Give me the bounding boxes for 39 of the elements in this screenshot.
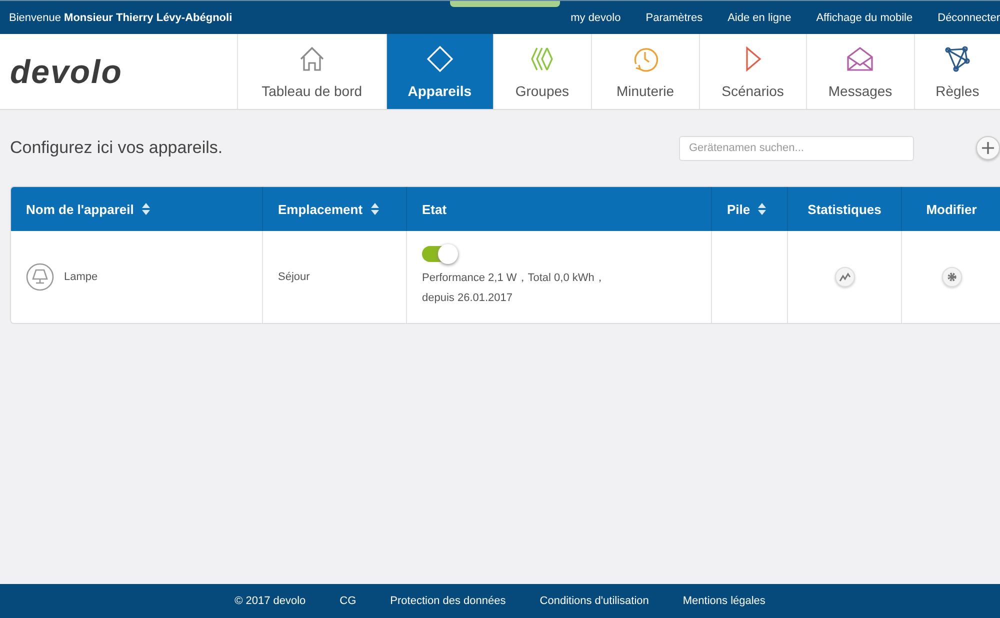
footer-link[interactable]: Conditions d'utilisation [540, 595, 649, 607]
device-name: Lampe [64, 270, 98, 285]
sort-icon[interactable] [758, 203, 766, 215]
sort-icon[interactable] [370, 203, 379, 215]
statistics-button[interactable] [834, 267, 854, 287]
column-label: Pile [727, 202, 750, 216]
logo: devolo [9, 52, 124, 92]
top-link[interactable]: Paramètres [646, 12, 703, 24]
page-heading: Configurez ici vos appareils. [10, 138, 224, 158]
column-label: Etat [422, 202, 447, 216]
add-button[interactable] [976, 136, 1000, 160]
column-header[interactable]: Nom de l'appareil [11, 187, 262, 231]
welcome-text: Bienvenue Monsieur Thierry Lévy-Abégnoli [9, 12, 234, 24]
footer-link[interactable]: CG [340, 595, 356, 607]
plus-icon [982, 142, 994, 154]
footer-link[interactable]: © 2017 devolo [234, 595, 306, 607]
top-link[interactable]: Affichage du mobile [816, 12, 913, 24]
search-field[interactable]: Gerätenamen suchen... [679, 136, 914, 160]
footer-link[interactable]: Mentions légales [682, 595, 766, 607]
column-label: Statistiques [808, 202, 882, 216]
chart-icon [838, 272, 850, 282]
settings-button[interactable] [942, 267, 962, 287]
settings-icon [946, 271, 958, 283]
column-label: Emplacement [278, 202, 363, 216]
footer-link[interactable]: Protection des données [390, 595, 506, 607]
column-header[interactable]: Pile [711, 187, 787, 231]
column-header[interactable]: Emplacement [262, 187, 406, 231]
top-link[interactable]: Déconnecter [938, 12, 1000, 24]
device-location: Séjour [278, 270, 310, 285]
column-label: Modifier [926, 202, 977, 216]
column-label: Nom de l'appareil [26, 202, 134, 216]
top-link[interactable]: Aide en ligne [728, 12, 792, 24]
toggle-switch[interactable] [422, 246, 456, 262]
since-text: depuis 26.01.2017 [422, 291, 514, 306]
nav-tab[interactable]: Appareils [386, 34, 493, 109]
status-text: Performance 2,1 W，Total 0,0 kWh， [422, 271, 606, 286]
lamp-icon [26, 263, 54, 291]
sort-icon[interactable] [142, 203, 150, 215]
top-link[interactable]: my devolo [570, 12, 621, 24]
